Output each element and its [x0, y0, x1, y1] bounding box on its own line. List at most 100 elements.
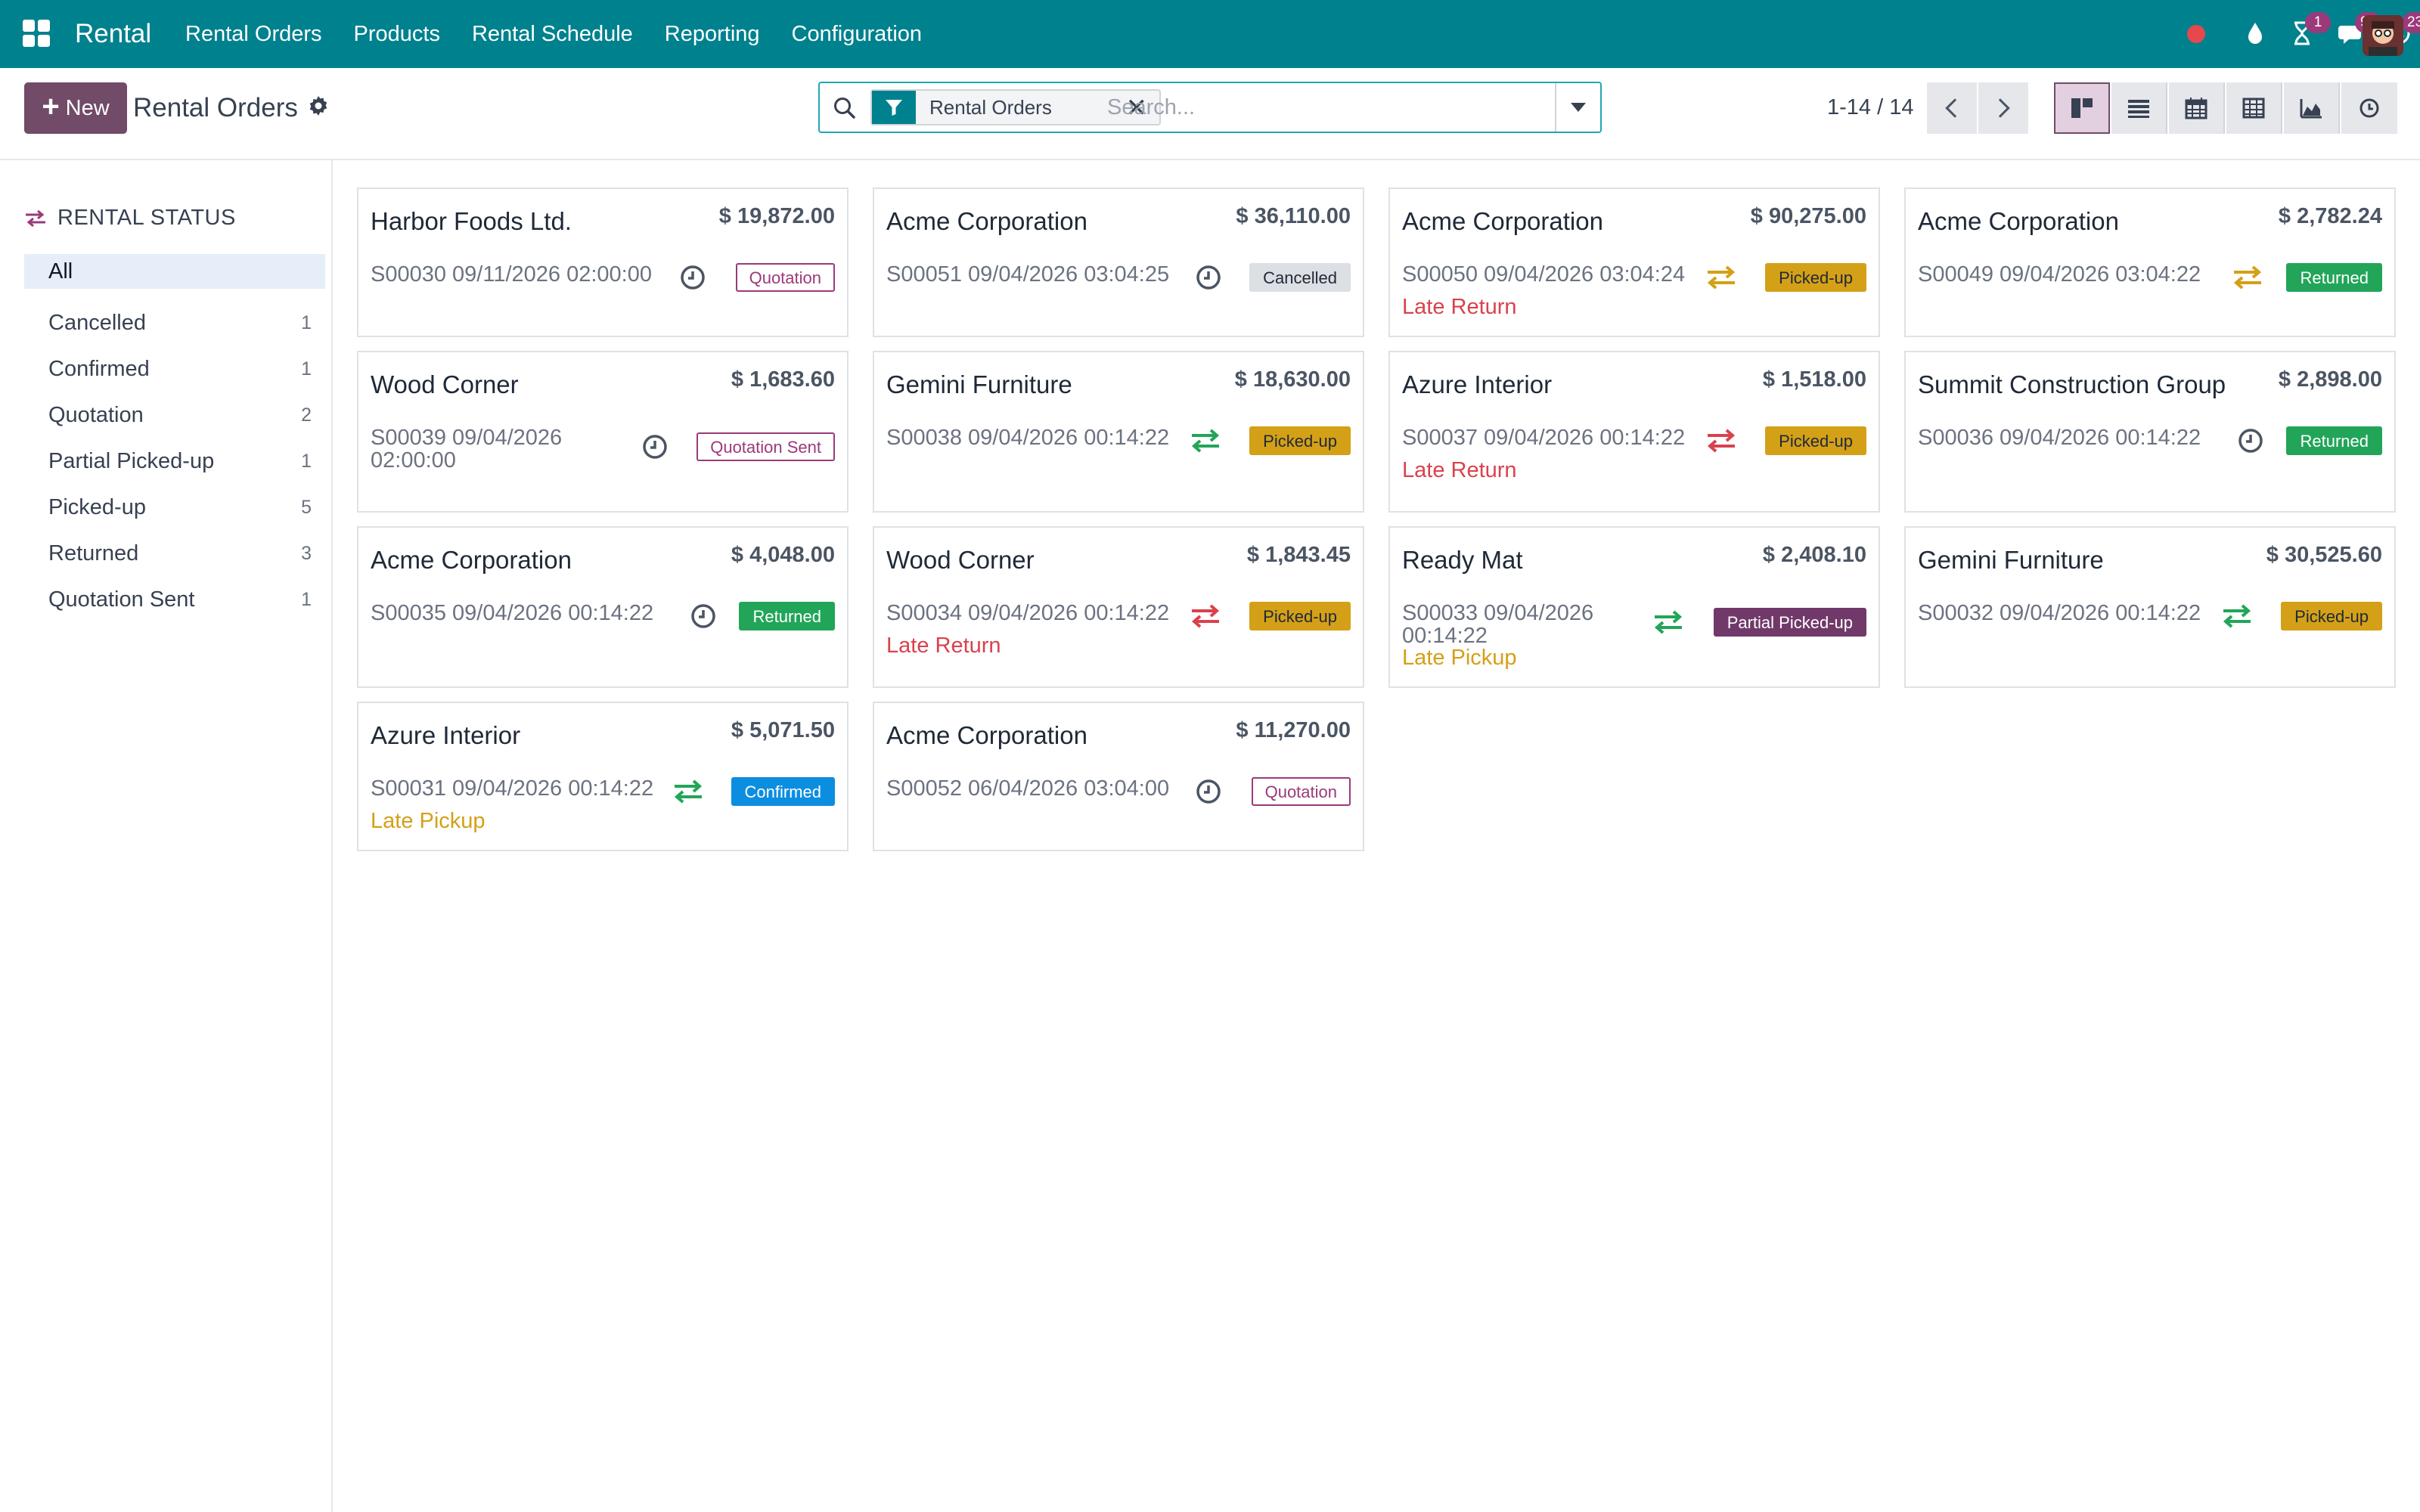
rental-order-card[interactable]: Gemini Furniture $ 18,630.00 S00038 09/04/… — [873, 351, 1364, 513]
rental-order-card[interactable]: Acme Corporation $ 11,270.00 S00052 06/04/… — [873, 702, 1364, 851]
status-filter-cancelled[interactable]: Cancelled 1 — [24, 300, 325, 346]
order-amount: $ 2,782.24 — [2278, 204, 2382, 228]
customer-name: Ready Mat — [1402, 546, 1523, 574]
search-panel-sidebar: RENTAL STATUS All Cancelled 1 Confirmed 1 … — [0, 160, 333, 1512]
status-filter-confirmed[interactable]: Confirmed 1 — [24, 346, 325, 392]
new-button[interactable]: + New — [24, 82, 127, 134]
customer-name: Acme Corporation — [371, 546, 572, 574]
customer-name: Harbor Foods Ltd. — [371, 207, 572, 235]
late-warning: Late Pickup — [371, 809, 486, 833]
order-reference-date: S00030 09/11/2026 02:00:00 — [371, 262, 652, 287]
status-filter-label: All — [48, 259, 73, 284]
search-icon[interactable] — [832, 95, 858, 121]
status-badge: Returned — [2286, 263, 2382, 292]
rental-order-card[interactable]: Acme Corporation $ 4,048.00 S00035 09/04/2… — [357, 526, 849, 688]
transfer-icon[interactable] — [1706, 264, 1736, 291]
chevron-left-icon — [1945, 98, 1965, 118]
pager-next-button[interactable] — [1978, 82, 2028, 134]
order-amount: $ 2,898.00 — [2278, 367, 2382, 392]
view-activity-button[interactable] — [2341, 82, 2397, 134]
order-reference-date: S00036 09/04/2026 00:14:22 — [1918, 426, 2201, 450]
view-list-button[interactable] — [2111, 82, 2167, 134]
clock-icon[interactable] — [1193, 778, 1224, 805]
search-options-toggle[interactable] — [1555, 83, 1600, 132]
view-calendar-button[interactable] — [2169, 82, 2225, 134]
transfer-icon[interactable] — [1653, 609, 1683, 636]
menu-rental-schedule[interactable]: Rental Schedule — [472, 19, 633, 49]
clock-icon[interactable] — [1193, 264, 1224, 291]
rental-order-card[interactable]: Acme Corporation $ 2,782.24 S00049 09/04/2… — [1904, 187, 2396, 337]
view-kanban-button[interactable] — [2054, 82, 2110, 134]
pager-previous-button[interactable] — [1927, 82, 1977, 134]
status-badge: Confirmed — [731, 777, 835, 806]
status-filter-count: 1 — [301, 451, 312, 472]
status-filter-all[interactable]: All — [24, 254, 325, 289]
status-badge: Partial Picked-up — [1713, 608, 1866, 637]
customer-name: Acme Corporation — [886, 207, 1087, 235]
rental-status-list: All Cancelled 1 Confirmed 1 Quotation 2 Par… — [24, 254, 325, 623]
rental-order-card[interactable]: Ready Mat $ 2,408.10 S00033 09/04/2026 00:… — [1388, 526, 1880, 688]
recording-indicator-icon[interactable] — [2187, 25, 2205, 43]
clock-icon[interactable] — [678, 264, 708, 291]
menu-reporting[interactable]: Reporting — [665, 19, 760, 49]
customer-name: Azure Interior — [371, 721, 521, 749]
app-brand[interactable]: Rental — [75, 17, 151, 51]
control-panel: + New Rental Orders Rental Orders ✕ 1-14… — [0, 68, 2420, 160]
view-pivot-button[interactable] — [2226, 82, 2282, 134]
status-filter-picked-up[interactable]: Picked-up 5 — [24, 485, 325, 531]
transfer-icon[interactable] — [673, 778, 703, 805]
customer-name: Wood Corner — [886, 546, 1035, 574]
rental-order-card[interactable]: Wood Corner $ 1,843.45 S00034 09/04/2026 0… — [873, 526, 1364, 688]
rental-order-card[interactable]: Summit Construction Group $ 2,898.00 S0003… — [1904, 351, 2396, 513]
messages-chat-icon[interactable]: 94 — [2338, 12, 2382, 47]
status-filter-label: Confirmed — [48, 357, 150, 381]
order-reference-date: S00051 09/04/2026 03:04:25 — [886, 262, 1170, 287]
pager-value[interactable]: 1-14 / 14 — [1827, 91, 1913, 124]
apps-menu-icon[interactable] — [23, 20, 50, 47]
user-avatar[interactable] — [2363, 15, 2403, 56]
status-badge: Picked-up — [1249, 602, 1351, 631]
customer-name: Gemini Furniture — [1918, 546, 2104, 574]
transfer-icon[interactable] — [2222, 603, 2252, 630]
droplet-icon[interactable] — [2242, 20, 2269, 47]
transfer-icon[interactable] — [1190, 603, 1221, 630]
search-bar: Rental Orders ✕ — [818, 82, 1602, 133]
status-filter-quotation-sent[interactable]: Quotation Sent 1 — [24, 577, 325, 623]
status-badge: Cancelled — [1249, 263, 1351, 292]
transfer-icon[interactable] — [2232, 264, 2263, 291]
activities-hourglass-icon[interactable]: 1 — [2288, 12, 2331, 47]
rental-order-card[interactable]: Wood Corner $ 1,683.60 S00039 09/04/2026 0… — [357, 351, 849, 513]
order-amount: $ 2,408.10 — [1762, 543, 1866, 567]
menu-products[interactable]: Products — [354, 19, 440, 49]
menu-configuration[interactable]: Configuration — [792, 19, 923, 49]
order-reference-date: S00038 09/04/2026 00:14:22 — [886, 426, 1170, 450]
order-reference-date: S00033 09/04/2026 00:14:22 — [1402, 601, 1594, 648]
transfer-icon[interactable] — [1706, 427, 1736, 454]
transfer-icon[interactable] — [1190, 427, 1221, 454]
rental-order-card[interactable]: Azure Interior $ 1,518.00 S00037 09/04/202… — [1388, 351, 1880, 513]
clock-icon[interactable] — [688, 603, 718, 630]
status-filter-returned[interactable]: Returned 3 — [24, 531, 325, 577]
order-amount: $ 1,843.45 — [1246, 543, 1351, 567]
status-filter-quotation[interactable]: Quotation 2 — [24, 392, 325, 438]
rental-order-card[interactable]: Acme Corporation $ 36,110.00 S00051 09/04/… — [873, 187, 1364, 337]
status-badge: Returned — [2286, 426, 2382, 455]
rental-order-card[interactable]: Gemini Furniture $ 30,525.60 S00032 09/04/… — [1904, 526, 2396, 688]
order-reference-date: S00049 09/04/2026 03:04:22 — [1918, 262, 2201, 287]
clock-icon[interactable] — [640, 433, 670, 460]
view-graph-button[interactable] — [2284, 82, 2340, 134]
gear-icon[interactable] — [307, 94, 330, 117]
rental-order-card[interactable]: Harbor Foods Ltd. $ 19,872.00 S00030 09/11… — [357, 187, 849, 337]
rental-order-card[interactable]: Acme Corporation $ 90,275.00 S00050 09/04/… — [1388, 187, 1880, 337]
late-warning: Late Return — [886, 634, 1001, 658]
order-reference-date: S00034 09/04/2026 00:14:22 — [886, 601, 1170, 625]
systray: 1 94 23 — [2027, 0, 2420, 68]
menu-rental-orders[interactable]: Rental Orders — [185, 19, 322, 49]
clock-icon — [2360, 98, 2379, 118]
rental-order-card[interactable]: Azure Interior $ 5,071.50 S00031 09/04/202… — [357, 702, 849, 851]
search-input[interactable] — [1107, 91, 1546, 124]
updates-badge: 23 — [2402, 12, 2420, 33]
top-navbar: Rental Rental Orders Products Rental Sch… — [0, 0, 2420, 68]
clock-icon[interactable] — [2235, 427, 2266, 454]
status-filter-partial-picked-up[interactable]: Partial Picked-up 1 — [24, 438, 325, 485]
